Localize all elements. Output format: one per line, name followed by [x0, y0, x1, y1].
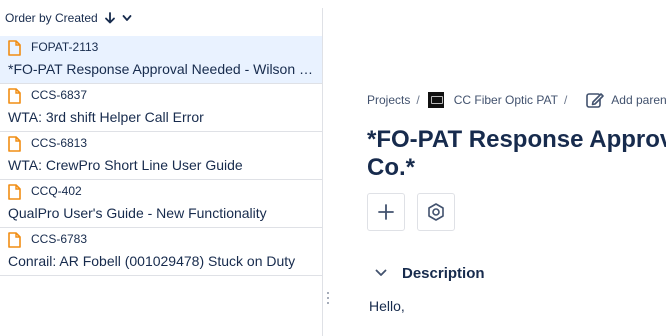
apps-button[interactable] — [417, 193, 455, 231]
issue-list-item[interactable]: CCQ-402 QualPro User's Guide - New Funct… — [0, 180, 322, 228]
breadcrumb: Projects / CC Fiber Optic PAT / Add pare… — [367, 89, 666, 111]
issue-key: CCS-6837 — [31, 88, 88, 102]
issue-list-item[interactable]: CCS-6783 Conrail: AR Fobell (001029478) … — [0, 228, 322, 276]
plus-icon — [378, 204, 394, 220]
edit-pencil-icon — [586, 93, 605, 108]
document-icon — [8, 136, 21, 152]
add-parent-label: Add parent — [611, 93, 666, 107]
issue-summary: *FO-PAT Response Approval Needed - Wilso… — [8, 61, 316, 77]
issue-summary: WTA: CrewPro Short Line User Guide — [8, 157, 243, 173]
issue-detail-panel: Projects / CC Fiber Optic PAT / Add pare… — [323, 0, 666, 336]
document-icon — [8, 232, 21, 248]
add-parent-button[interactable]: Add parent — [585, 90, 666, 110]
hexagon-gear-icon — [428, 203, 444, 221]
issue-list: FOPAT-2113 *FO-PAT Response Approval Nee… — [0, 36, 322, 276]
issue-title-line: *FO-PAT Response Approva — [367, 126, 666, 153]
description-heading: Description — [402, 264, 485, 282]
document-icon — [8, 184, 21, 200]
issue-list-item[interactable]: FOPAT-2113 *FO-PAT Response Approval Nee… — [0, 36, 322, 84]
issue-list-item[interactable]: CCS-6837 WTA: 3rd shift Helper Call Erro… — [0, 84, 322, 132]
issue-summary: QualPro User's Guide - New Functionality — [8, 205, 267, 221]
sort-descending-arrow-icon[interactable] — [104, 12, 116, 24]
issue-title[interactable]: *FO-PAT Response Approva Co.* — [367, 126, 666, 182]
issue-list-panel: Order by Created FOPAT-2113 *FO-PAT Resp… — [0, 0, 322, 336]
breadcrumb-projects-link[interactable]: Projects — [367, 93, 410, 107]
issue-title-line: Co.* — [367, 154, 415, 181]
order-by-control[interactable]: Order by Created — [0, 0, 322, 36]
chevron-down-icon[interactable] — [122, 13, 132, 23]
issue-key: CCQ-402 — [31, 184, 82, 198]
jira-issue-view: Order by Created FOPAT-2113 *FO-PAT Resp… — [0, 0, 666, 336]
add-button[interactable] — [367, 193, 405, 231]
description-body[interactable]: Hello, — [369, 298, 405, 314]
issue-summary: Conrail: AR Fobell (001029478) Stuck on … — [8, 253, 296, 269]
order-by-label[interactable]: Order by Created — [5, 11, 98, 25]
chevron-down-icon — [375, 269, 387, 276]
issue-key: CCS-6813 — [31, 136, 88, 150]
issue-key: FOPAT-2113 — [31, 40, 99, 54]
breadcrumb-separator: / — [416, 93, 420, 107]
breadcrumb-separator: / — [563, 93, 568, 107]
issue-list-item[interactable]: CCS-6813 WTA: CrewPro Short Line User Gu… — [0, 132, 322, 180]
document-icon — [8, 88, 21, 104]
project-avatar-icon[interactable] — [427, 92, 444, 108]
breadcrumb-project-link[interactable]: CC Fiber Optic PAT — [454, 93, 558, 107]
document-icon — [8, 40, 21, 56]
issue-summary: WTA: 3rd shift Helper Call Error — [8, 109, 204, 125]
description-section-toggle[interactable]: Description — [375, 262, 485, 284]
issue-key: CCS-6783 — [31, 232, 88, 246]
